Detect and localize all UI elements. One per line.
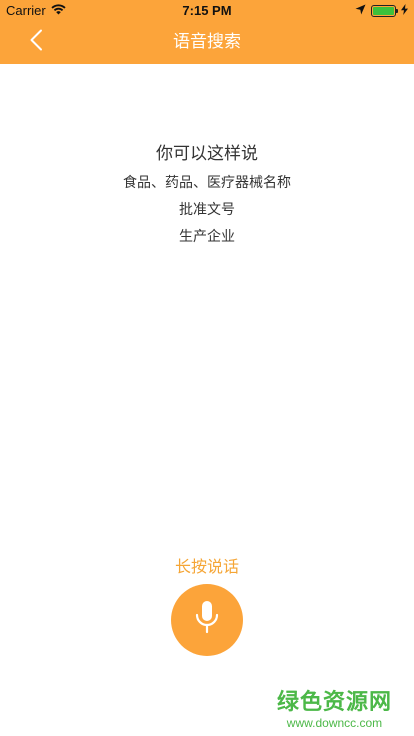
status-time: 7:15 PM: [182, 3, 232, 18]
microphone-button[interactable]: [171, 584, 243, 656]
hint-line-names: 食品、药品、医疗器械名称: [123, 175, 291, 191]
nav-bar: 语音搜索: [0, 20, 414, 64]
microphone-icon: [194, 600, 220, 640]
charging-bolt-icon: [401, 3, 408, 18]
status-right: [355, 3, 408, 18]
location-arrow-icon: [355, 3, 366, 18]
page-title: 语音搜索: [173, 32, 241, 52]
status-bar: Carrier 7:15 PM: [0, 0, 414, 20]
watermark-logo: 绿色资源网 www.downcc.com: [277, 684, 392, 730]
watermark-url: www.downcc.com: [286, 716, 383, 730]
voice-hints: 你可以这样说 食品、药品、医疗器械名称 批准文号 生产企业: [0, 143, 414, 247]
battery-level-fill: [373, 6, 394, 15]
hint-line-manufacturer: 生产企业: [179, 229, 235, 245]
hints-title: 你可以这样说: [156, 144, 258, 164]
top-bar: Carrier 7:15 PM 语音搜索: [0, 0, 414, 64]
battery-icon: [371, 4, 398, 17]
press-to-talk-label: 长按说话: [174, 557, 239, 576]
watermark-text: 绿色资源网: [276, 690, 392, 715]
hint-line-approval-number: 批准文号: [179, 202, 235, 218]
